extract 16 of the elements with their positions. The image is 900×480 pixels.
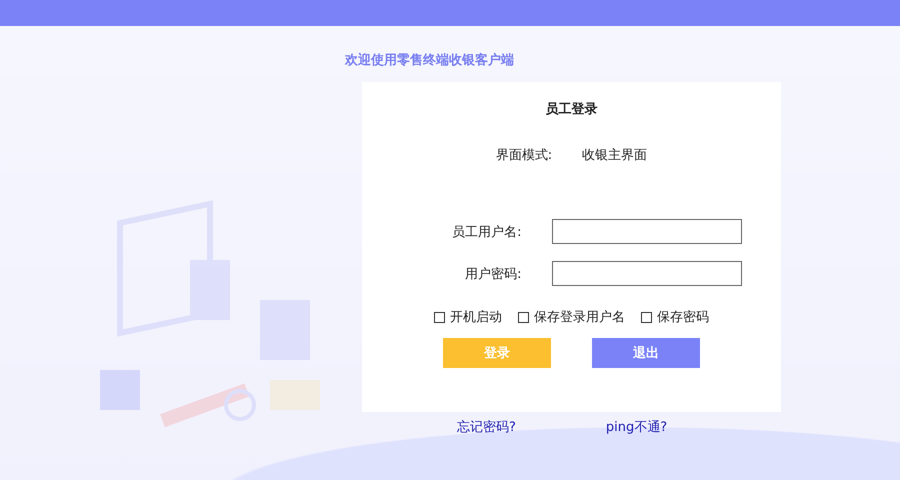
checkbox-option[interactable]: 保存密码: [641, 308, 709, 326]
login-title: 员工登录: [546, 101, 598, 118]
input-field[interactable]: [552, 219, 742, 244]
mode-value: 收银主界面: [582, 147, 648, 164]
checkbox[interactable]: [434, 312, 445, 322]
welcome-title: 欢迎使用零售终端收银客户端: [345, 52, 515, 70]
field-label: 员工用户名:: [451, 224, 522, 240]
input-field[interactable]: [552, 261, 742, 286]
help-link[interactable]: 忘记密码?: [457, 418, 516, 436]
help-link[interactable]: ping不通?: [606, 418, 668, 436]
checkbox-option[interactable]: 保存登录用户名: [518, 308, 625, 326]
checkbox[interactable]: [641, 312, 652, 322]
checkbox[interactable]: [518, 312, 529, 322]
checkbox-option[interactable]: 开机启动: [434, 308, 502, 326]
field-label: 用户密码:: [464, 266, 522, 282]
mode-label: 界面模式:: [496, 147, 552, 164]
